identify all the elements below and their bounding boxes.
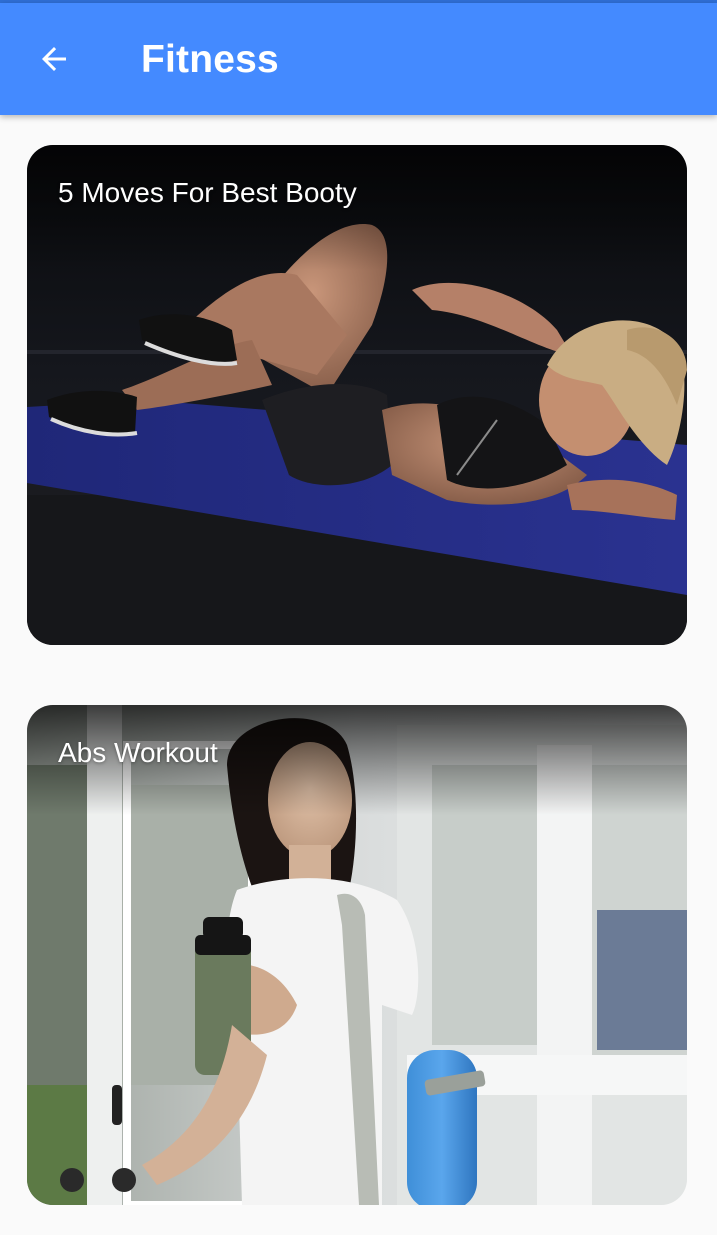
article-card-abs[interactable]: Abs Workout xyxy=(27,705,687,1205)
card-image-crunch-workout xyxy=(27,145,687,645)
arrow-left-icon xyxy=(42,47,66,71)
page-title: Fitness xyxy=(141,38,279,81)
article-card-booty[interactable]: 5 Moves For Best Booty xyxy=(27,145,687,645)
card-image-woman-with-yoga-mat xyxy=(27,705,687,1205)
back-button[interactable] xyxy=(26,31,82,87)
card-title: 5 Moves For Best Booty xyxy=(58,177,357,208)
app-bar: Fitness xyxy=(0,3,717,115)
card-title: Abs Workout xyxy=(58,737,218,768)
